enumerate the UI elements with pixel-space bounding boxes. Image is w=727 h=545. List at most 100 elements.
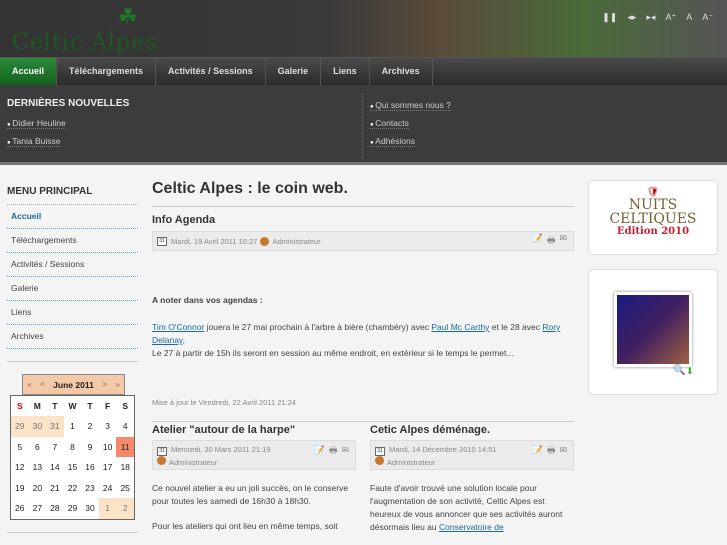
nav-galerie[interactable]: Galerie [266, 58, 322, 85]
site-logo[interactable]: Celtic Alpes [12, 30, 157, 55]
article-column: Cetic Alpes déménage. 31 Mardi, 14 Décemb… [370, 424, 574, 534]
calendar-day[interactable]: 27 [29, 498, 47, 519]
article-title[interactable]: Info Agenda [152, 214, 574, 226]
menu-item-liens[interactable]: Liens [7, 301, 138, 325]
nav-accueil[interactable]: Accueil [0, 58, 58, 85]
prev-year-button[interactable]: « [27, 380, 31, 389]
menu-item-accueil[interactable]: Accueil [7, 205, 138, 229]
calendar-day[interactable]: 20 [29, 478, 47, 499]
artist-link[interactable]: Tim O'Connor [152, 322, 204, 332]
menu-item-telechargements[interactable]: Téléchargements [7, 229, 138, 253]
calendar-day[interactable]: 2 [116, 498, 134, 519]
nav-telechargements[interactable]: Téléchargements [57, 58, 157, 85]
calendar-day[interactable]: 21 [46, 478, 64, 499]
calendar-day[interactable]: 12 [11, 457, 29, 478]
calendar-day[interactable]: 17 [99, 457, 117, 478]
edit-icon[interactable]: 📝 [532, 444, 543, 456]
banner-edition: Edition 2010 [616, 226, 690, 237]
article-title[interactable]: Cetic Alpes déménage. [370, 424, 574, 436]
font-decrease-button[interactable]: A⁻ [702, 12, 713, 23]
print-icon[interactable]: 🖶 [547, 444, 556, 456]
article-body: Tim O'Connor jouera le 27 mai prochain à… [152, 322, 561, 358]
article-author: Administrateur [272, 236, 321, 246]
calendar-day[interactable]: 15 [64, 457, 82, 478]
edit-icon[interactable]: 📝 [532, 233, 543, 249]
about-link[interactable]: Qui sommes nous ? [370, 100, 451, 111]
calendar-day[interactable]: 30 [81, 498, 99, 519]
header: ☘ Celtic Alpes ❚❚ ◂▸ ▸◂ A⁺ A A⁻ [0, 0, 727, 57]
calendar-day[interactable]: 14 [46, 457, 64, 478]
news-link[interactable]: Didier Heuline [7, 118, 66, 129]
calendar-day[interactable]: 11 [116, 436, 134, 457]
contacts-link[interactable]: Contacts [370, 118, 409, 129]
calendar-day[interactable]: 4 [116, 416, 134, 437]
next-icon[interactable]: ▸◂ [646, 12, 655, 23]
calendar-day[interactable]: 13 [29, 457, 47, 478]
calendar-day[interactable]: 25 [116, 478, 134, 499]
weekday-label: F [104, 401, 111, 411]
main-nav: Accueil Téléchargements Activités / Sess… [0, 57, 727, 85]
menu-item-activites[interactable]: Activités / Sessions [7, 253, 138, 277]
email-icon[interactable]: ✉ [341, 444, 349, 456]
calendar-day[interactable]: 5 [11, 437, 29, 458]
calendar-day[interactable]: 6 [29, 437, 47, 458]
print-icon[interactable]: 🖶 [329, 444, 338, 456]
nuits-celtiques-banner[interactable]: 🛡 NUITS CELTIQUES Edition 2010 [588, 180, 718, 255]
news-link[interactable]: Tania Buisse [7, 136, 61, 147]
next-year-button[interactable]: » [115, 380, 119, 389]
font-reset-button[interactable]: A [686, 12, 692, 23]
calendar-day[interactable]: 30 [28, 416, 47, 437]
calendar-day[interactable]: 26 [11, 498, 29, 519]
calendar-day[interactable]: 29 [64, 498, 82, 519]
calendar-day[interactable]: 23 [81, 478, 99, 499]
email-icon[interactable]: ✉ [559, 233, 567, 249]
calendar-day[interactable]: 9 [81, 437, 99, 458]
download-icon[interactable]: ⬇ [686, 366, 694, 377]
article-date: Mercredi, 30 Mars 2011 21:19 [171, 445, 271, 454]
nav-activites[interactable]: Activités / Sessions [156, 58, 266, 85]
weekday-label: T [52, 401, 58, 411]
calendar-day[interactable]: 29 [11, 416, 29, 437]
prev-month-button[interactable]: < [40, 380, 45, 389]
calendar-day[interactable]: 2 [81, 416, 99, 437]
prev-icon[interactable]: ◂▸ [627, 12, 636, 23]
menu-item-galerie[interactable]: Galerie [7, 277, 138, 301]
weekday-label: M [33, 401, 41, 411]
font-increase-button[interactable]: A⁺ [665, 12, 676, 23]
calendar-day[interactable]: 22 [64, 478, 82, 499]
calendar-day[interactable]: 7 [46, 437, 64, 458]
zoom-icon[interactable]: 🔍 [673, 365, 685, 376]
updated-date: Mise à jour le Vendredi, 22 Avril 2011 2… [152, 396, 574, 422]
calendar-day[interactable]: 16 [81, 457, 99, 478]
user-icon [375, 456, 384, 465]
divider [362, 93, 363, 159]
article-meta: 31 Mardi, 19 Avril 2011 16:27 Administra… [152, 231, 574, 251]
calendar-day[interactable]: 1 [98, 498, 117, 519]
calendar-day[interactable]: 19 [11, 478, 29, 499]
calendar-day[interactable]: 8 [64, 437, 82, 458]
print-icon[interactable]: 🖶 [547, 233, 556, 249]
article-title[interactable]: Atelier "autour de la harpe" [152, 424, 356, 436]
edit-icon[interactable]: 📝 [314, 444, 325, 456]
nav-liens[interactable]: Liens [321, 58, 370, 85]
calendar-day[interactable]: 10 [99, 437, 117, 458]
gallery-photo[interactable] [614, 292, 692, 367]
conservatoire-link[interactable]: Conservatoire de [439, 522, 504, 532]
weekday-label: S [16, 401, 23, 411]
calendar-day[interactable]: 31 [46, 416, 64, 437]
next-month-button[interactable]: > [102, 380, 107, 389]
email-icon[interactable]: ✉ [559, 444, 567, 456]
membership-link[interactable]: Adhésions [370, 136, 415, 147]
banner-text: CELTIQUES [609, 211, 697, 227]
calendar-day[interactable]: 18 [116, 457, 134, 478]
nav-archives[interactable]: Archives [370, 58, 433, 85]
artist-link[interactable]: Paul Mc Carthy [431, 322, 489, 332]
article-text: Pour les ateliers qui ont lieu en même t… [152, 521, 338, 531]
menu-item-archives[interactable]: Archives [7, 325, 138, 349]
calendar-day[interactable]: 28 [46, 498, 64, 519]
calendar-day[interactable]: 3 [99, 416, 117, 437]
calendar-day[interactable]: 24 [99, 478, 117, 499]
pause-icon[interactable]: ❚❚ [602, 12, 617, 23]
article-meta: 31 Mercredi, 30 Mars 2011 21:19 Administr… [152, 440, 356, 470]
calendar-day[interactable]: 1 [64, 416, 82, 437]
